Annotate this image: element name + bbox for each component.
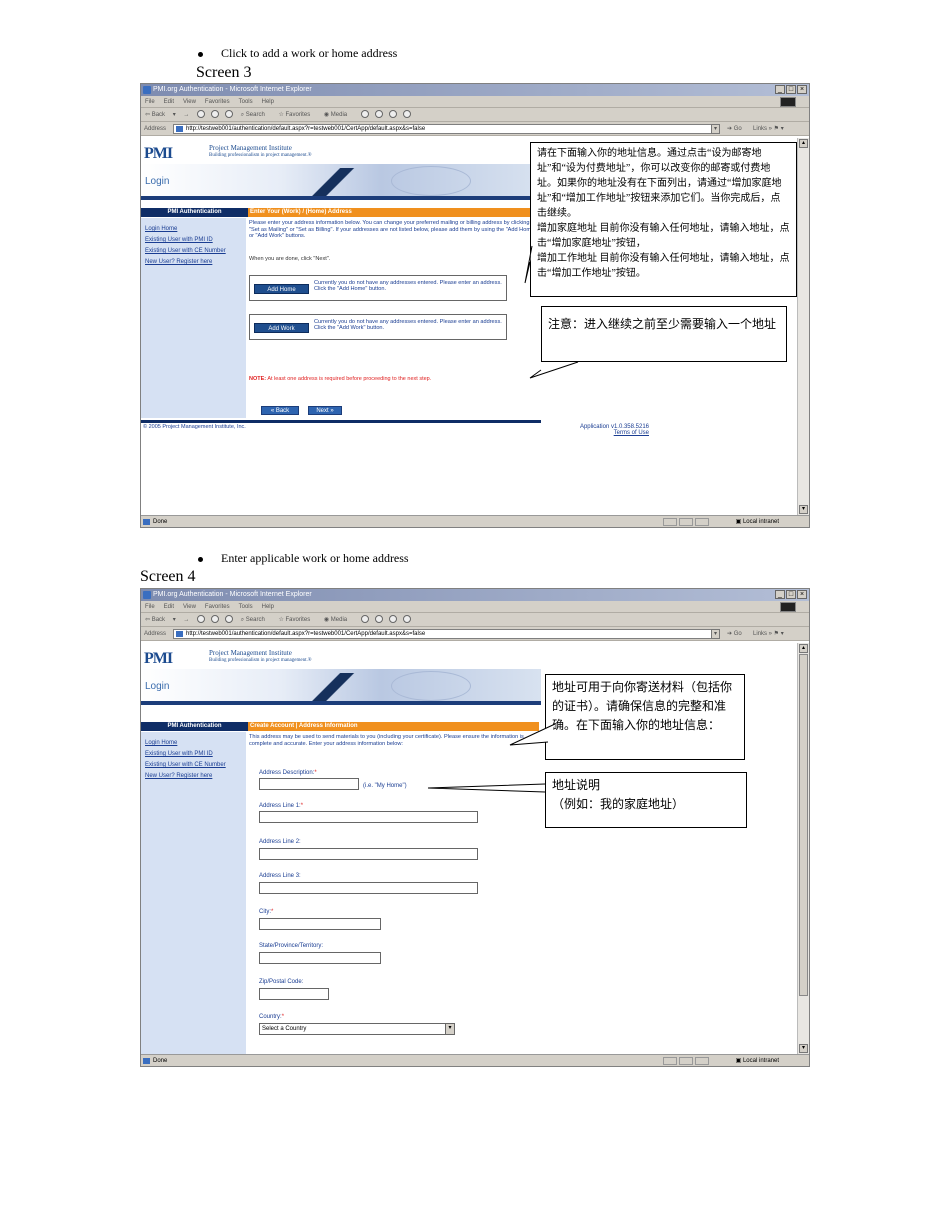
pointer-screen4-callout1 (509, 723, 556, 746)
callout-pointers (427, 245, 579, 793)
pointer-screen3-callout2 (529, 361, 579, 379)
pointer-screen4-callout2 (427, 783, 546, 793)
pointer-screen3-callout1 (524, 245, 533, 284)
